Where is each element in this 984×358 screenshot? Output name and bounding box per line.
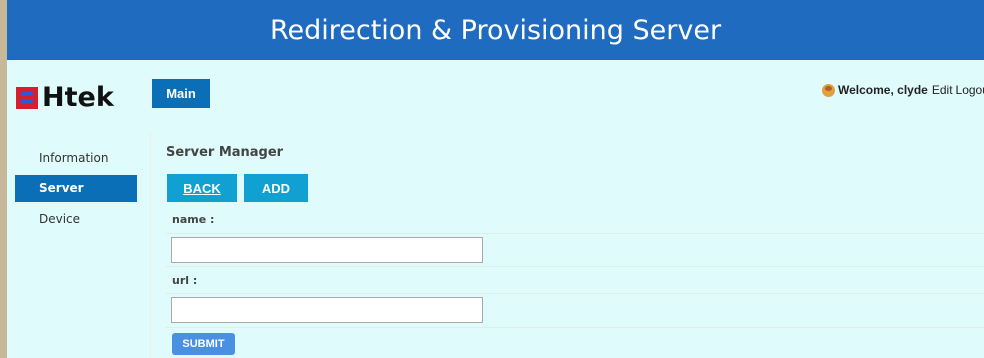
back-button[interactable]: BACK (167, 174, 237, 202)
logo-mark-icon (16, 87, 38, 109)
user-bar: Welcome, clyde Edit Logou (822, 83, 984, 97)
name-input[interactable] (171, 237, 483, 263)
tab-main[interactable]: Main (152, 79, 210, 108)
window-left-edge (0, 0, 7, 358)
url-input[interactable] (171, 297, 483, 323)
url-label: url : (172, 274, 198, 287)
logout-link[interactable]: Logou (956, 83, 984, 97)
name-label: name : (172, 213, 215, 226)
sidebar-item-information[interactable]: Information (15, 143, 137, 173)
user-icon (822, 83, 835, 97)
section-title: Server Manager (166, 145, 284, 160)
row-divider (166, 233, 984, 234)
row-divider (166, 327, 984, 328)
submit-button[interactable]: SUBMIT (172, 333, 235, 355)
tab-main-label: Main (166, 86, 196, 101)
row-divider (166, 266, 984, 267)
row-divider (166, 293, 984, 294)
sidebar: Information Server Device (15, 143, 137, 234)
logo-text: Htek (42, 82, 114, 113)
welcome-text: Welcome, clyde (838, 83, 928, 97)
username: clyde (897, 83, 928, 97)
htek-logo: Htek (16, 82, 114, 113)
sidebar-item-device[interactable]: Device (15, 204, 137, 234)
sidebar-item-server[interactable]: Server (15, 175, 137, 202)
sidebar-divider (150, 133, 151, 358)
page-title: Redirection & Provisioning Server (269, 14, 722, 46)
edit-link[interactable]: Edit (932, 83, 953, 97)
add-button[interactable]: ADD (244, 174, 308, 202)
page-banner: Redirection & Provisioning Server (7, 0, 984, 60)
